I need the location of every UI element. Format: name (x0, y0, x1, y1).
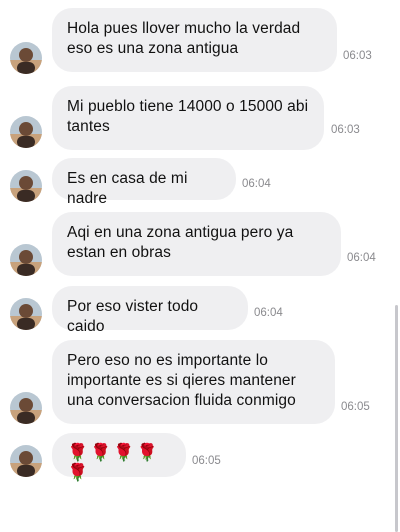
sender-avatar[interactable] (10, 42, 42, 74)
sender-avatar[interactable] (10, 445, 42, 477)
scrollbar[interactable] (395, 305, 398, 532)
message-timestamp: 06:04 (254, 307, 283, 319)
message-row: Hola pues llover mucho la verdad eso es … (0, 0, 400, 80)
message-timestamp: 06:03 (343, 50, 372, 62)
message-text: Hola pues llover mucho la verdad eso es … (67, 20, 301, 57)
message-timestamp: 06:04 (347, 252, 376, 264)
message-timestamp: 06:04 (242, 178, 271, 190)
message-timestamp: 06:03 (331, 124, 360, 136)
message-bubble[interactable]: Aqi en una zona antigua pero ya estan en… (52, 212, 341, 276)
message-text: Mi pueblo tiene 14000 o 15000 abi tantes (67, 98, 309, 135)
message-row: Es en casa de mi nadre 06:04 (0, 152, 400, 207)
sender-avatar[interactable] (10, 392, 42, 424)
message-timestamp: 06:05 (192, 455, 221, 467)
message-row: Por eso vister todo caido 06:04 (0, 280, 400, 340)
sender-avatar[interactable] (10, 170, 42, 202)
message-row: Aqi en una zona antigua pero ya estan en… (0, 206, 400, 286)
sender-avatar[interactable] (10, 298, 42, 330)
sender-avatar[interactable] (10, 116, 42, 148)
message-text: Aqi en una zona antigua pero ya estan en… (67, 224, 294, 261)
message-row: Mi pueblo tiene 14000 o 15000 abi tantes… (0, 80, 400, 152)
message-text: Es en casa de mi nadre (67, 170, 188, 207)
message-bubble[interactable]: Por eso vister todo caido (52, 286, 248, 335)
message-row: 🌹🌹🌹🌹🌹 06:05 (0, 428, 400, 488)
sender-avatar[interactable] (10, 244, 42, 276)
message-bubble[interactable]: Mi pueblo tiene 14000 o 15000 abi tantes (52, 86, 324, 150)
message-bubble[interactable]: Hola pues llover mucho la verdad eso es … (52, 8, 337, 72)
message-timestamp: 06:05 (341, 401, 370, 413)
message-bubble[interactable]: 🌹🌹🌹🌹🌹 (52, 433, 186, 482)
rose-emoji-text: 🌹🌹🌹🌹🌹 (67, 443, 160, 482)
chat-thread: Hola pues llover mucho la verdad eso es … (0, 0, 400, 532)
message-bubble[interactable]: Pero eso no es importante lo importante … (52, 340, 335, 424)
message-text: Pero eso no es importante lo importante … (67, 352, 296, 409)
message-row: Pero eso no es importante lo importante … (0, 334, 400, 430)
message-text: Por eso vister todo caido (67, 298, 199, 335)
message-bubble[interactable]: Es en casa de mi nadre (52, 158, 236, 207)
